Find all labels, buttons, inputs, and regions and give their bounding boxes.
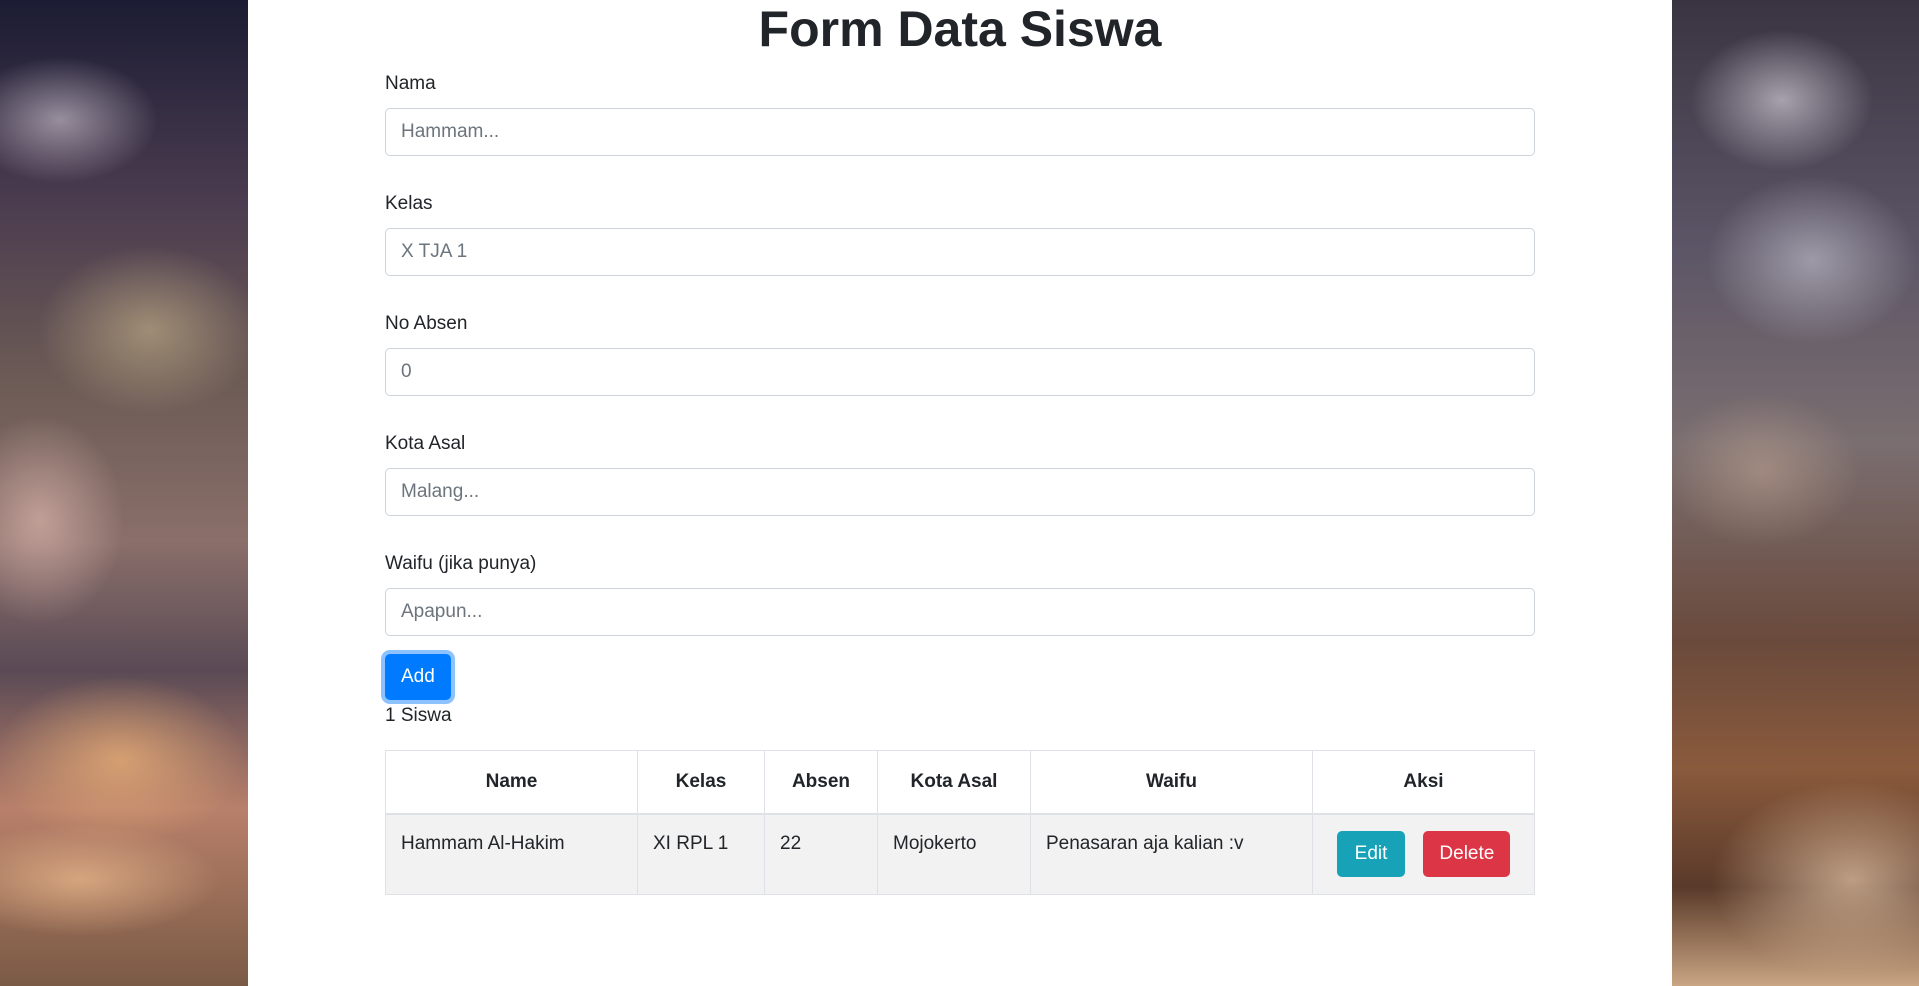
cell-absen: 22 [764, 813, 878, 895]
col-header-kelas: Kelas [637, 750, 765, 815]
absen-label: No Absen [385, 313, 468, 334]
student-table: Name Kelas Absen Kota Asal Waifu Aksi Ha… [385, 750, 1535, 895]
col-header-name: Name [385, 750, 638, 815]
nama-label: Nama [385, 73, 436, 94]
field-kelas: Kelas [385, 192, 1535, 276]
edit-button[interactable]: Edit [1336, 831, 1406, 877]
main-panel: Form Data Siswa Nama Kelas No Absen Kota… [248, 0, 1672, 986]
cell-aksi: Edit Delete [1312, 813, 1535, 895]
col-header-kota-asal: Kota Asal [877, 750, 1031, 815]
cell-kota-asal: Mojokerto [877, 813, 1031, 895]
table-row: Hammam Al-Hakim XI RPL 1 22 Mojokerto Pe… [385, 813, 1535, 895]
kelas-input[interactable] [385, 228, 1535, 276]
student-count: 1 Siswa [385, 705, 452, 726]
nama-input[interactable] [385, 108, 1535, 156]
waifu-input[interactable] [385, 588, 1535, 636]
waifu-label: Waifu (jika punya) [385, 553, 537, 574]
kelas-label: Kelas [385, 193, 433, 214]
delete-button[interactable]: Delete [1423, 831, 1511, 877]
col-header-aksi: Aksi [1312, 750, 1535, 815]
kota-asal-input[interactable] [385, 468, 1535, 516]
absen-input[interactable] [385, 348, 1535, 396]
field-waifu: Waifu (jika punya) [385, 552, 1535, 636]
cell-waifu: Penasaran aja kalian :v [1030, 813, 1313, 895]
form-container: Form Data Siswa Nama Kelas No Absen Kota… [385, 0, 1535, 895]
cell-name: Hammam Al-Hakim [385, 813, 638, 895]
background-art-left [0, 0, 248, 986]
background-art-right [1672, 0, 1919, 986]
col-header-absen: Absen [764, 750, 878, 815]
field-absen: No Absen [385, 312, 1535, 396]
add-button[interactable]: Add [385, 654, 451, 700]
cell-kelas: XI RPL 1 [637, 813, 765, 895]
field-nama: Nama [385, 72, 1535, 156]
kota-asal-label: Kota Asal [385, 433, 466, 454]
page-title: Form Data Siswa [758, 1, 1162, 57]
col-header-waifu: Waifu [1030, 750, 1313, 815]
table-header-row: Name Kelas Absen Kota Asal Waifu Aksi [385, 750, 1535, 815]
field-kota-asal: Kota Asal [385, 432, 1535, 516]
